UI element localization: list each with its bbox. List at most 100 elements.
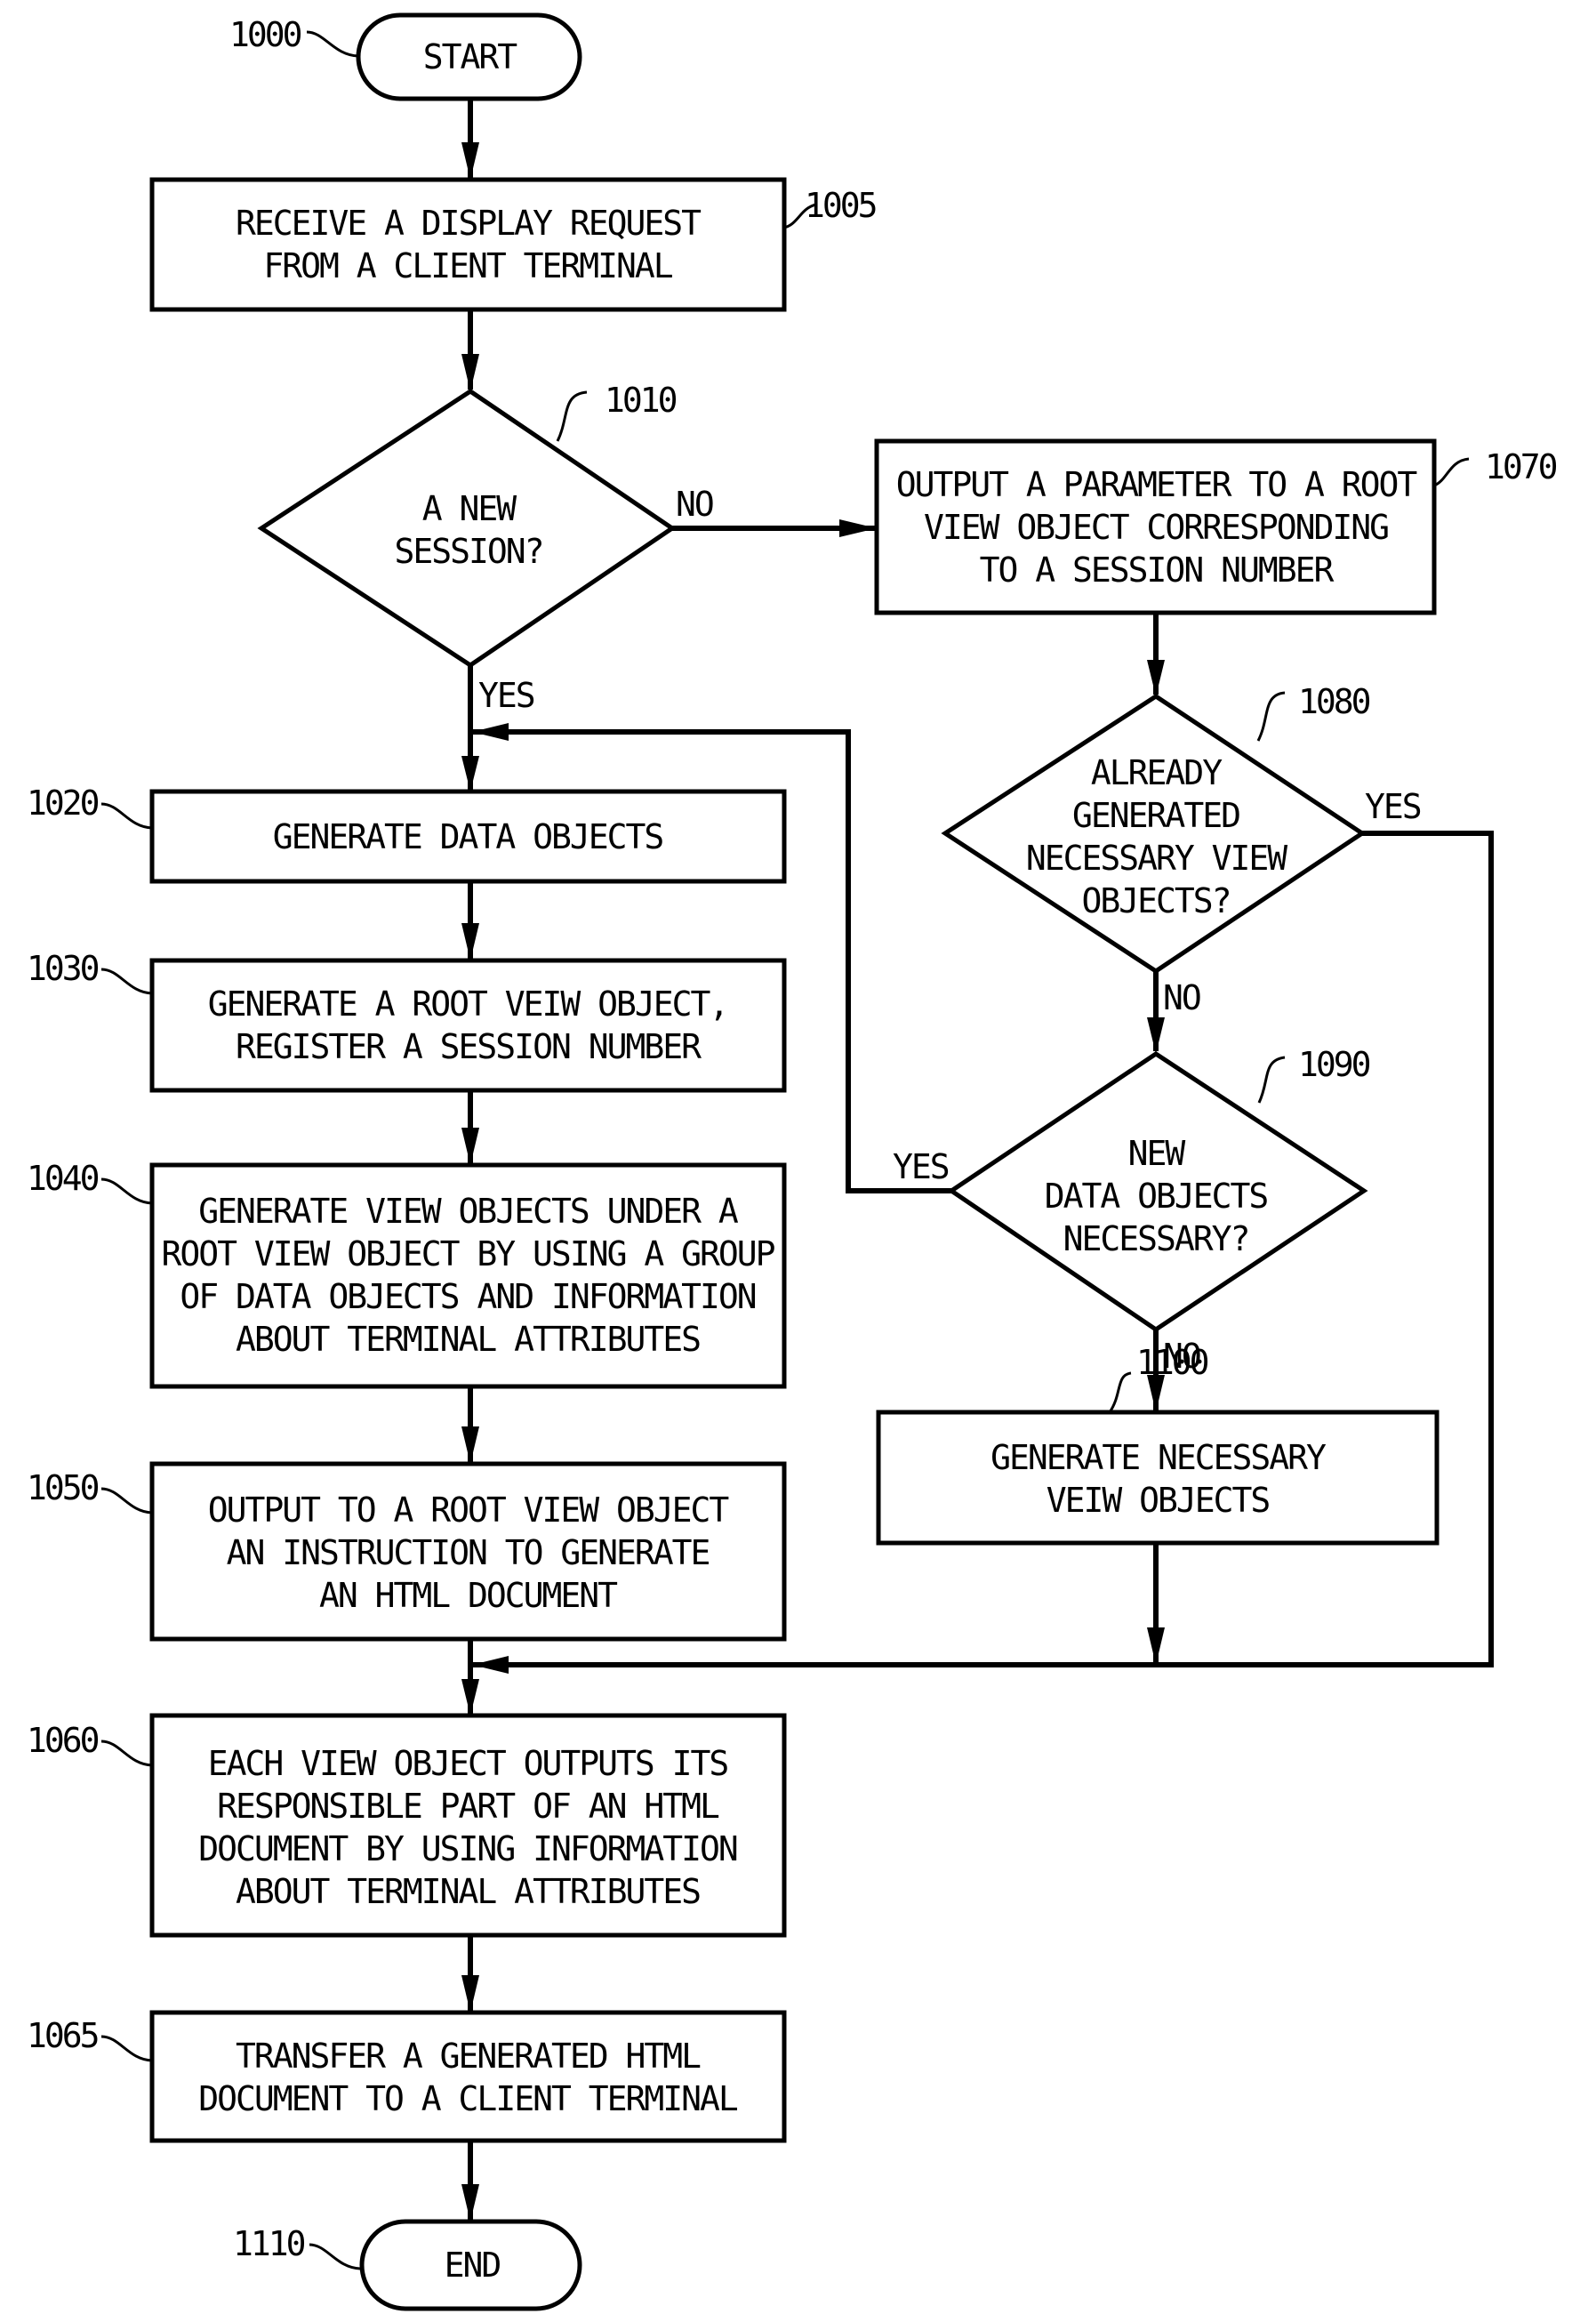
branch-label-1080-no: NO (1163, 978, 1200, 1017)
node-text-line: GENERATE A ROOT VEIW OBJECT, (208, 984, 728, 1024)
ref-numeral-1010: 1010 (605, 381, 677, 420)
arrowhead-loop-1020 (472, 723, 509, 741)
arrowhead-1090 (1147, 1017, 1165, 1054)
ref-numeral-1110: 1110 (233, 2224, 305, 2263)
node-1100: GENERATE NECESSARY VEIW OBJECTS (876, 1410, 1440, 1546)
node-text-line: OBJECTS? (1081, 881, 1230, 920)
node-text-line: OUTPUT TO A ROOT VIEW OBJECT (208, 1490, 729, 1530)
node-text-line: OF DATA OBJECTS AND INFORMATION (180, 1277, 755, 1316)
arrowhead-merge-1100 (1147, 1627, 1165, 1665)
node-text-line: RECEIVE A DISPLAY REQUEST (236, 204, 701, 243)
arrowhead-1110 (461, 2184, 479, 2222)
arrowhead-1030 (461, 923, 479, 960)
node-text-line: VEIW OBJECTS (1047, 1481, 1270, 1520)
flowchart: START RECEIVE A DISPLAY REQUEST FROM A C… (27, 12, 1560, 2311)
arrowhead-1065 (461, 1975, 479, 2013)
node-1005: RECEIVE A DISPLAY REQUEST FROM A CLIENT … (149, 177, 787, 312)
leader-line (100, 1740, 153, 1767)
node-1065: TRANSFER A GENERATED HTML DOCUMENT TO A … (149, 2010, 787, 2143)
node-text-line: TRANSFER A GENERATED HTML (236, 2037, 701, 2076)
node-text-line: DOCUMENT TO A CLIENT TERMINAL (198, 2079, 738, 2118)
process-box (149, 958, 787, 1093)
node-text-line: AN HTML DOCUMENT (319, 1576, 617, 1615)
arrowhead-1010 (461, 354, 479, 391)
branch-label-1010-yes: YES (478, 676, 534, 715)
leader-line (100, 2035, 153, 2062)
node-text-line: DATA OBJECTS (1045, 1177, 1268, 1216)
node-text-line: ABOUT TERMINAL ATTRIBUTES (236, 1872, 700, 1911)
arrowhead-1080 (1147, 660, 1165, 696)
node-text-line: TO A SESSION NUMBER (980, 550, 1335, 590)
arrowhead-merge-1060 (472, 1656, 509, 1674)
ref-numeral-1080: 1080 (1298, 682, 1370, 721)
node-1090: NEW DATA OBJECTS NECESSARY? (947, 1050, 1368, 1333)
node-text-line: A NEW (422, 489, 517, 528)
ref-numeral-1065: 1065 (27, 2016, 98, 2055)
node-1060: EACH VIEW OBJECT OUTPUTS ITS RESPONSIBLE… (149, 1713, 787, 1938)
leader-line (556, 390, 588, 442)
ref-numeral-1040: 1040 (27, 1159, 99, 1198)
node-1020: GENERATE DATA OBJECTS (149, 789, 787, 884)
ref-numeral-1020: 1020 (27, 783, 99, 823)
ref-numeral-1090: 1090 (1298, 1045, 1370, 1084)
node-text-line: ROOT VIEW OBJECT BY USING A GROUP (162, 1234, 775, 1274)
arrowhead-1040 (461, 1128, 479, 1165)
leader-line (1108, 1371, 1132, 1413)
node-text-line: GENERATE DATA OBJECTS (273, 817, 663, 856)
node-1010: A NEW SESSION? (257, 388, 677, 669)
node-text-line: REGISTER A SESSION NUMBER (236, 1027, 702, 1066)
node-text-line: SESSION? (394, 532, 542, 571)
node-text-line: AN INSTRUCTION TO GENERATE (227, 1533, 710, 1572)
node-1000: START (356, 12, 582, 101)
node-text: END (445, 2246, 501, 2285)
arrowhead-1050 (461, 1426, 479, 1464)
node-text-line: VIEW OBJECT CORRESPONDING (924, 508, 1388, 547)
leader-line (1257, 1056, 1286, 1104)
ref-numeral-1050: 1050 (27, 1468, 99, 1507)
branch-label-1080-yes: YES (1365, 787, 1421, 826)
branch-label-1010-no: NO (676, 485, 713, 524)
node-text-line: EACH VIEW OBJECT OUTPUTS ITS (208, 1744, 728, 1783)
leader-line (100, 968, 153, 995)
process-box (876, 1410, 1440, 1546)
node-1070: OUTPUT A PARAMETER TO A ROOT VIEW OBJECT… (874, 438, 1437, 615)
ref-numeral-1060: 1060 (27, 1721, 99, 1760)
leader-line (306, 30, 359, 58)
arrowhead-1005 (461, 142, 479, 180)
node-text-line: ALREADY (1091, 753, 1223, 792)
arrowhead-1020 (461, 756, 479, 791)
leader-line (100, 1487, 153, 1515)
ref-numeral-1005: 1005 (805, 186, 876, 225)
process-box (149, 2010, 787, 2143)
node-text-line: RESPONSIBLE PART OF AN HTML (217, 1787, 719, 1826)
arrowhead-1070 (839, 519, 877, 537)
decision-diamond (257, 388, 677, 669)
node-text-line: NECESSARY VIEW (1026, 839, 1287, 878)
node-text-line: ABOUT TERMINAL ATTRIBUTES (236, 1320, 700, 1359)
node-text-line: GENERATED (1072, 796, 1239, 835)
node-text-line: NECESSARY? (1063, 1219, 1249, 1258)
node-text: START (423, 37, 517, 76)
leader-line (309, 2243, 361, 2270)
leader-line (1433, 457, 1470, 487)
ref-numeral-1100: 1100 (1136, 1343, 1208, 1382)
node-text-line: FROM A CLIENT TERMINAL (263, 246, 672, 285)
node-text-line: OUTPUT A PARAMETER TO A ROOT (896, 465, 1417, 504)
process-box (149, 177, 787, 312)
node-text-line: DOCUMENT BY USING INFORMATION (198, 1829, 737, 1868)
leader-line (100, 802, 153, 830)
node-text-line: GENERATE NECESSARY (990, 1438, 1327, 1477)
node-1080: ALREADY GENERATED NECESSARY VIEW OBJECTS… (941, 694, 1367, 974)
node-1040: GENERATE VIEW OBJECTS UNDER A ROOT VIEW … (149, 1162, 787, 1389)
ref-numeral-1070: 1070 (1485, 447, 1557, 486)
leader-line (100, 1177, 153, 1205)
node-text-line: NEW (1128, 1134, 1186, 1173)
arrowhead-1060 (461, 1679, 479, 1715)
node-1050: OUTPUT TO A ROOT VIEW OBJECT AN INSTRUCT… (149, 1461, 787, 1642)
leader-line (1256, 691, 1286, 742)
node-1030: GENERATE A ROOT VEIW OBJECT, REGISTER A … (149, 958, 787, 1093)
branch-label-1090-yes: YES (893, 1147, 949, 1186)
node-text-line: GENERATE VIEW OBJECTS UNDER A (198, 1192, 739, 1231)
node-1110: END (359, 2219, 582, 2311)
ref-numeral-1030: 1030 (27, 949, 99, 988)
